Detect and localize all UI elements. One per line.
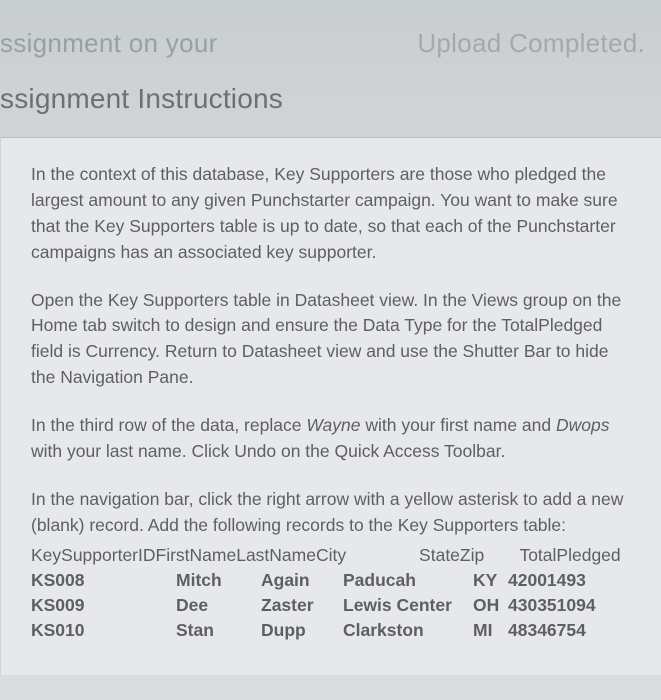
cell-id: KS008 — [31, 570, 176, 591]
cell-city: Paducah — [343, 570, 473, 591]
p3-part-e: with your last name. Click Undo on the Q… — [31, 441, 505, 461]
cell-city: Lewis Center — [343, 595, 473, 616]
paragraph-3: In the third row of the data, replace Wa… — [31, 413, 631, 465]
cell-firstname: Stan — [176, 620, 261, 641]
p3-part-a: In the third row of the data, replace — [31, 415, 306, 435]
records-table: KeySupporterIDFirstNameLastNameCity Stat… — [31, 545, 631, 641]
p3-part-c: with your first name and — [360, 415, 556, 435]
table-row: KS008 Mitch Again Paducah KY 42001493 — [31, 570, 631, 591]
cell-zip-total: 42001493 — [508, 570, 613, 591]
cell-zip-total: 48346754 — [508, 620, 613, 641]
cell-state: OH — [473, 595, 508, 616]
p3-italic-wayne: Wayne — [306, 415, 360, 435]
paragraph-4: In the navigation bar, click the right a… — [31, 487, 631, 539]
p3-italic-dwops: Dwops — [556, 415, 610, 435]
cell-firstname: Mitch — [176, 570, 261, 591]
cell-firstname: Dee — [176, 595, 261, 616]
instructions-panel: In the context of this database, Key Sup… — [0, 137, 661, 675]
header-total-pledged: TotalPledged — [519, 545, 631, 566]
table-row: KS009 Dee Zaster Lewis Center OH 4303510… — [31, 595, 631, 616]
cell-id: KS010 — [31, 620, 176, 641]
header-state-zip: StateZip — [419, 545, 519, 566]
page-root: ssignment on your Upload Completed. ssig… — [0, 0, 661, 700]
cell-city: Clarkston — [343, 620, 473, 641]
cell-state: KY — [473, 570, 508, 591]
cell-lastname: Zaster — [261, 595, 343, 616]
section-title: ssignment Instructions — [0, 65, 661, 133]
header-spacer — [261, 545, 419, 566]
cell-zip-total: 430351094 — [508, 595, 613, 616]
top-left-text: ssignment on your — [0, 28, 218, 59]
cell-id: KS009 — [31, 595, 176, 616]
cell-state: MI — [473, 620, 508, 641]
table-row: KS010 Stan Dupp Clarkston MI 48346754 — [31, 620, 631, 641]
header-id-fn-ln-city: KeySupporterIDFirstNameLastNameCity — [31, 545, 261, 566]
upload-status-text: Upload Completed. — [417, 28, 651, 59]
top-band: ssignment on your Upload Completed. — [0, 0, 661, 65]
table-header-row: KeySupporterIDFirstNameLastNameCity Stat… — [31, 545, 631, 566]
cell-lastname: Dupp — [261, 620, 343, 641]
paragraph-1: In the context of this database, Key Sup… — [31, 162, 631, 266]
paragraph-2: Open the Key Supporters table in Datashe… — [31, 288, 631, 392]
cell-lastname: Again — [261, 570, 343, 591]
